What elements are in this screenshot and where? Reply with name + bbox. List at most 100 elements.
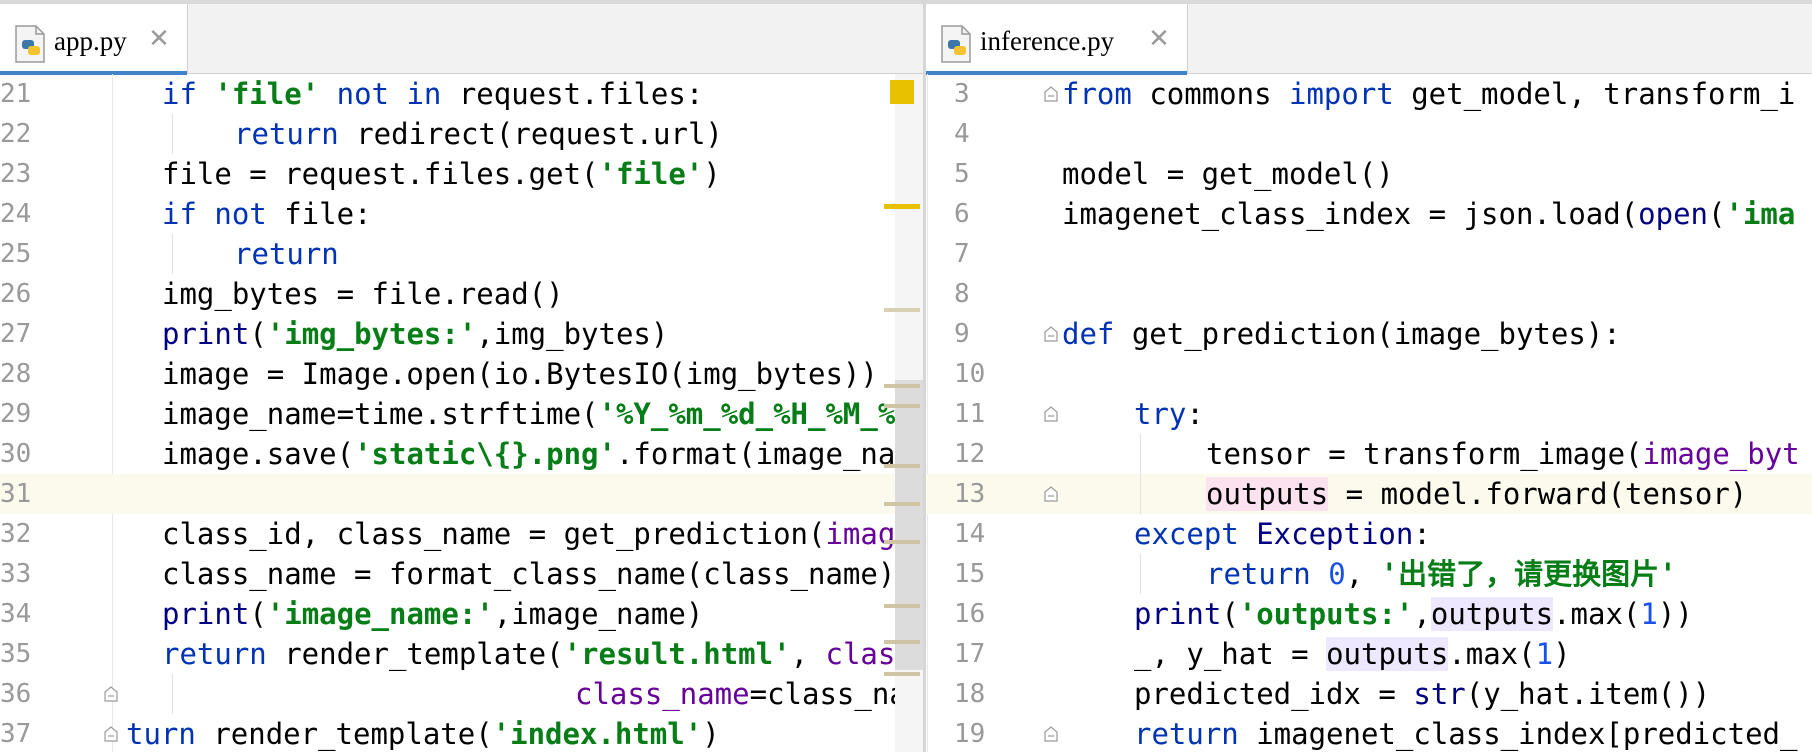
line-number[interactable]: 15 xyxy=(954,554,1014,594)
line-number[interactable]: 17 xyxy=(954,634,1014,674)
code-line[interactable]: 7 xyxy=(926,234,1812,274)
line-number[interactable]: 32 xyxy=(0,514,60,554)
code-line[interactable]: 18 predicted_idx = str(y_hat.item()) xyxy=(926,674,1812,714)
line-number[interactable]: 12 xyxy=(954,434,1014,474)
error-stripe-mark[interactable] xyxy=(884,672,920,676)
code-line[interactable]: 4 xyxy=(926,114,1812,154)
line-number[interactable]: 29 xyxy=(0,394,60,434)
line-number[interactable]: 22 xyxy=(0,114,60,154)
code-line[interactable]: 15 return 0, '出错了，请更换图片' xyxy=(926,554,1812,594)
code-token: return xyxy=(1134,717,1257,751)
fold-marker-icon[interactable] xyxy=(1044,406,1058,422)
line-number[interactable]: 4 xyxy=(954,114,1014,154)
error-stripe-mark[interactable] xyxy=(884,384,920,388)
line-number[interactable]: 25 xyxy=(0,234,60,274)
code-token: import xyxy=(1289,77,1412,111)
line-number[interactable]: 35 xyxy=(0,634,60,674)
code-line[interactable]: 3 from commons import get_model, transfor… xyxy=(926,74,1812,114)
code-line[interactable]: 35 return render_template('result.html', … xyxy=(0,634,923,674)
code-line[interactable]: 29 image_name=time.strftime('%Y_%m_%d_%H_… xyxy=(0,394,923,434)
line-number[interactable]: 13 xyxy=(954,474,1014,514)
code-line[interactable]: 10 xyxy=(926,354,1812,394)
error-stripe-mark[interactable] xyxy=(884,204,920,209)
code-token: return xyxy=(1206,557,1329,591)
code-line[interactable]: 9 def get_prediction(image_bytes): xyxy=(926,314,1812,354)
code-line[interactable]: 16 print('outputs:',outputs.max(1)) xyxy=(926,594,1812,634)
code-editor-app-py[interactable]: 21 if 'file' not in request.files: 22 retur… xyxy=(0,74,923,752)
tab-app-py[interactable]: app.py ✕ xyxy=(0,4,188,75)
line-number[interactable]: 23 xyxy=(0,154,60,194)
code-line[interactable]: 11 try: xyxy=(926,394,1812,434)
code-line[interactable]: 28 image = Image.open(io.BytesIO(img_byte… xyxy=(0,354,923,394)
line-number[interactable]: 34 xyxy=(0,594,60,634)
fold-marker-icon[interactable] xyxy=(1044,326,1058,342)
line-number[interactable]: 30 xyxy=(0,434,60,474)
code-line[interactable]: 8 xyxy=(926,274,1812,314)
error-stripe-mark[interactable] xyxy=(884,308,920,312)
code-line[interactable]: 34 print('image_name:',image_name) xyxy=(0,594,923,634)
code-editor-inference-py[interactable]: 3 from commons import get_model, transfor… xyxy=(926,74,1812,752)
code-token: image.save( xyxy=(162,437,355,471)
fold-marker-icon[interactable] xyxy=(104,726,118,742)
line-number[interactable]: 18 xyxy=(954,674,1014,714)
close-icon[interactable]: ✕ xyxy=(1146,26,1172,52)
code-token: request.files: xyxy=(458,77,704,111)
line-number[interactable]: 7 xyxy=(954,234,1014,274)
tab-inference-py[interactable]: inference.py ✕ xyxy=(926,4,1188,75)
code-line[interactable]: 30 image.save('static\{}.png'.format(imag… xyxy=(0,434,923,474)
code-line[interactable]: 21 if 'file' not in request.files: xyxy=(0,74,923,114)
error-stripe-mark[interactable] xyxy=(884,540,920,544)
line-number[interactable]: 28 xyxy=(0,354,60,394)
close-icon[interactable]: ✕ xyxy=(146,26,172,52)
line-number[interactable]: 9 xyxy=(954,314,1014,354)
line-number[interactable]: 24 xyxy=(0,194,60,234)
fold-marker-icon[interactable] xyxy=(1044,486,1058,502)
scrollbar-thumb[interactable] xyxy=(895,380,923,670)
fold-marker-icon[interactable] xyxy=(104,686,118,702)
code-line[interactable]: 33 class_name = format_class_name(class_n… xyxy=(0,554,923,594)
error-stripe-mark[interactable] xyxy=(884,502,920,506)
line-number[interactable]: 11 xyxy=(954,394,1014,434)
code-line[interactable]: 13 outputs = model.forward(tensor) xyxy=(926,474,1812,514)
code-line[interactable]: 24 if not file: xyxy=(0,194,923,234)
code-line[interactable]: 26 img_bytes = file.read() xyxy=(0,274,923,314)
code-line[interactable]: 27 print('img_bytes:',img_bytes) xyxy=(0,314,923,354)
left-tab-bar: app.py ✕ xyxy=(0,0,923,75)
fold-marker-icon[interactable] xyxy=(1044,726,1058,742)
line-number[interactable]: 27 xyxy=(0,314,60,354)
line-number[interactable]: 16 xyxy=(954,594,1014,634)
line-number[interactable]: 3 xyxy=(954,74,1014,114)
code-line[interactable]: 32 class_id, class_name = get_prediction(… xyxy=(0,514,923,554)
error-stripe-mark[interactable] xyxy=(884,464,920,468)
line-number[interactable]: 36 xyxy=(0,674,60,714)
code-line[interactable]: 5 model = get_model() xyxy=(926,154,1812,194)
error-stripe-mark[interactable] xyxy=(884,404,920,408)
code-line[interactable]: 25 return xyxy=(0,234,923,274)
code-line[interactable]: 12 tensor = transform_image(image_byt xyxy=(926,434,1812,474)
code-line[interactable]: 36 class_name=class_nar xyxy=(0,674,923,714)
warning-marker-icon[interactable] xyxy=(890,80,914,104)
line-number[interactable]: 21 xyxy=(0,74,60,114)
code-line[interactable]: 14 except Exception: xyxy=(926,514,1812,554)
line-number[interactable]: 26 xyxy=(0,274,60,314)
line-number[interactable]: 5 xyxy=(954,154,1014,194)
line-number[interactable]: 31 xyxy=(0,474,60,514)
code-line[interactable]: 17 _, y_hat = outputs.max(1) xyxy=(926,634,1812,674)
line-number[interactable]: 19 xyxy=(954,714,1014,752)
code-line[interactable]: 37 turn render_template('index.html') xyxy=(0,714,923,752)
line-number[interactable]: 14 xyxy=(954,514,1014,554)
error-stripe-mark[interactable] xyxy=(884,640,920,644)
code-line[interactable]: 23 file = request.files.get('file') xyxy=(0,154,923,194)
line-number[interactable]: 33 xyxy=(0,554,60,594)
code-token: class_name = format_class_name(class_nam… xyxy=(162,557,896,591)
line-number[interactable]: 10 xyxy=(954,354,1014,394)
code-line[interactable]: 31 xyxy=(0,474,923,514)
code-line[interactable]: 6 imagenet_class_index = json.load(open('… xyxy=(926,194,1812,234)
line-number[interactable]: 6 xyxy=(954,194,1014,234)
line-number[interactable]: 37 xyxy=(0,714,60,752)
fold-marker-icon[interactable] xyxy=(1044,86,1058,102)
line-number[interactable]: 8 xyxy=(954,274,1014,314)
code-line[interactable]: 22 return redirect(request.url) xyxy=(0,114,923,154)
code-line[interactable]: 19 return imagenet_class_index[predicted_ xyxy=(926,714,1812,752)
error-stripe-mark[interactable] xyxy=(884,604,920,608)
